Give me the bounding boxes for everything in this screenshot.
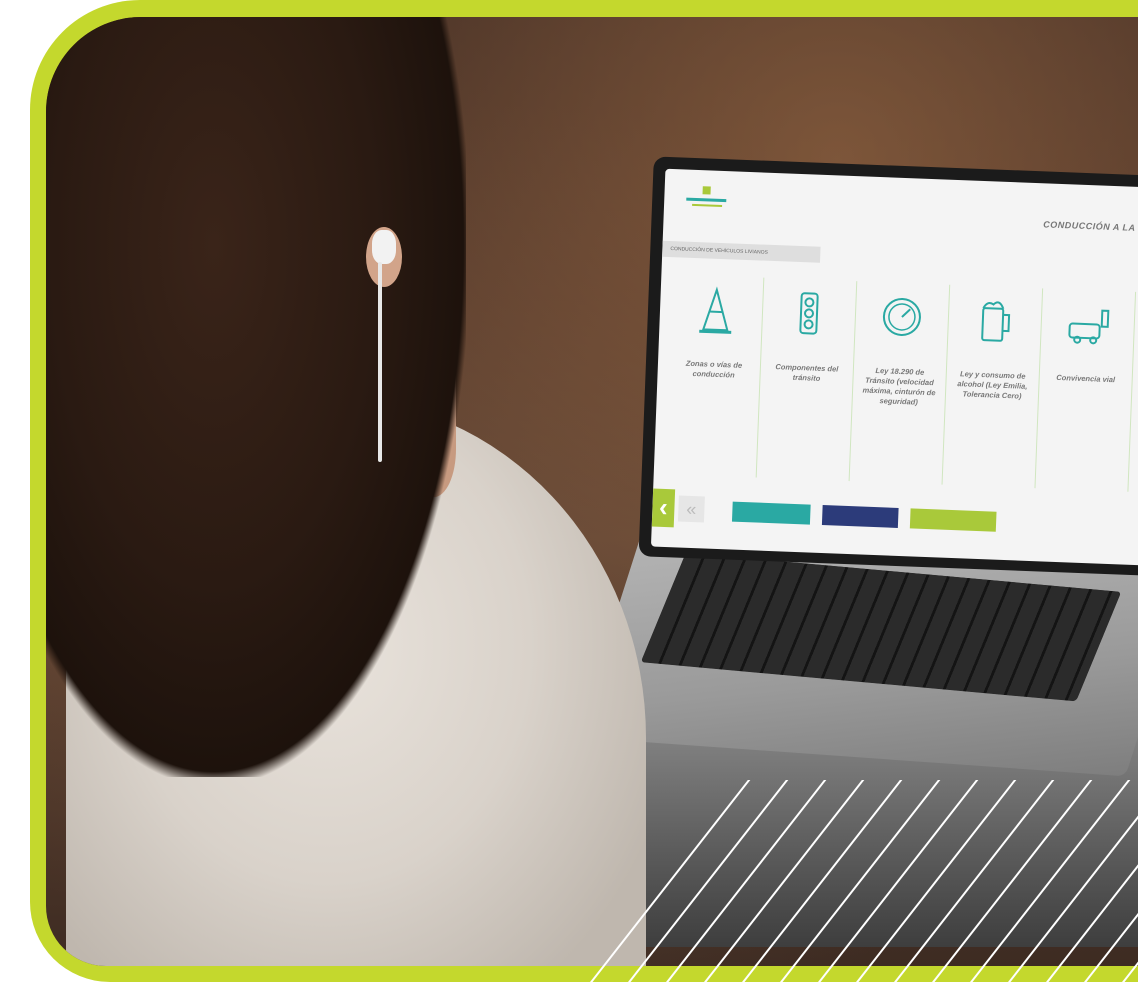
topic-card[interactable]: Zonas o vías de conducción bbox=[663, 274, 765, 478]
road-scene-icon bbox=[1068, 309, 1110, 345]
beer-mug-icon bbox=[981, 301, 1011, 342]
earbud-cable bbox=[378, 262, 382, 462]
topic-cards: Zonas o vías de conducción Componentes d… bbox=[663, 274, 1138, 494]
screen-title: CONDUCCIÓN A LA DEFENSIVA bbox=[1043, 219, 1138, 235]
chevron-left-icon[interactable]: ‹ bbox=[651, 488, 676, 528]
topic-card[interactable]: Convivencia vial bbox=[1035, 288, 1137, 492]
section-label: CONDUCCIÓN DE VEHÍCULOS LIVIANOS bbox=[662, 240, 821, 263]
laptop-screen: CONDUCCIÓN A LA DEFENSIVA CONDUCCIÓN DE … bbox=[650, 168, 1138, 568]
topic-label: Componentes del tránsito bbox=[775, 362, 839, 383]
screen-nav: ‹ « » › bbox=[651, 488, 1138, 550]
topic-label: Zonas o vías de conducción bbox=[685, 358, 743, 380]
topic-card[interactable]: Ley 18.290 de Tránsito (velocidad máxima… bbox=[849, 281, 951, 485]
topic-label: Convivencia vial bbox=[1056, 372, 1116, 385]
double-chevron-left-icon[interactable]: « bbox=[677, 495, 705, 523]
nav-button-navy[interactable] bbox=[821, 505, 899, 528]
logo-icon bbox=[686, 186, 727, 207]
nav-button-lime[interactable] bbox=[909, 508, 997, 532]
traffic-light-icon bbox=[799, 292, 819, 335]
decorative-stripes bbox=[590, 780, 1138, 982]
topic-label: Ley 18.290 de Tránsito (velocidad máxima… bbox=[862, 365, 936, 407]
topic-card[interactable]: Componentes del tránsito bbox=[756, 277, 858, 482]
traffic-cone-icon bbox=[699, 286, 732, 334]
woman-hair bbox=[46, 17, 466, 777]
speedometer-icon bbox=[882, 297, 921, 336]
nav-button-teal[interactable] bbox=[731, 501, 811, 525]
earbud-icon bbox=[372, 230, 396, 264]
topic-label: Ley y consumo de alcohol (Ley Emilia, To… bbox=[957, 369, 1028, 401]
topic-card[interactable]: Ley y consumo de alcohol (Ley Emilia, To… bbox=[942, 284, 1044, 489]
